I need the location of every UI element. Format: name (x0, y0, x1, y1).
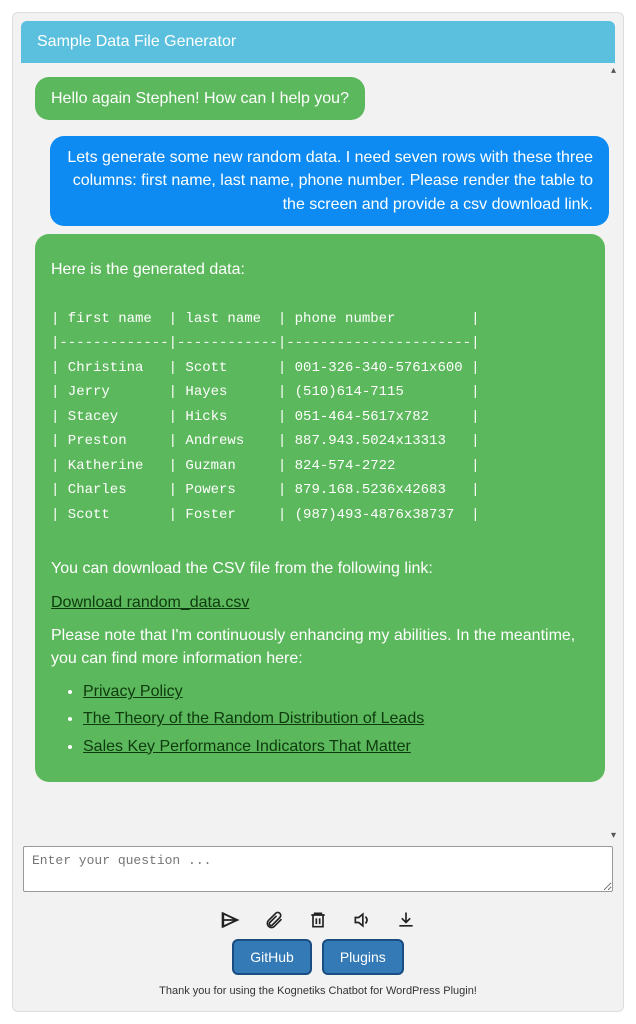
scroll-down-icon[interactable]: ▾ (611, 830, 621, 840)
input-row (13, 842, 623, 901)
list-item: Privacy Policy (83, 680, 589, 703)
user-text: Lets generate some new random data. I ne… (67, 149, 593, 212)
scroll-up-icon[interactable]: ▴ (611, 65, 621, 75)
list-item: Sales Key Performance Indicators That Ma… (83, 735, 589, 758)
bot-intro: Here is the generated data: (51, 258, 589, 281)
button-row: GitHub Plugins (13, 939, 623, 985)
question-input[interactable] (23, 846, 613, 892)
reference-links-list: Privacy Policy The Theory of the Random … (51, 680, 589, 758)
header-bar: Sample Data File Generator (21, 21, 615, 63)
download-prompt: You can download the CSV file from the f… (51, 557, 589, 580)
user-message: Lets generate some new random data. I ne… (50, 136, 609, 226)
footer-text: Thank you for using the Kognetiks Chatbo… (13, 985, 623, 1011)
bot-greeting-message: Hello again Stephen! How can I help you? (35, 77, 365, 120)
chat-scroll-area[interactable]: ▴ Hello again Stephen! How can I help yo… (13, 63, 623, 842)
download-icon[interactable] (395, 909, 417, 931)
bot-response-message: Here is the generated data: | first name… (35, 234, 605, 782)
kpi-link[interactable]: Sales Key Performance Indicators That Ma… (83, 738, 411, 755)
bot-note: Please note that I'm continuously enhanc… (51, 624, 589, 670)
github-button[interactable]: GitHub (232, 939, 312, 975)
header-title: Sample Data File Generator (37, 33, 236, 50)
greeting-text: Hello again Stephen! How can I help you? (51, 90, 349, 107)
chat-container: Sample Data File Generator ▴ Hello again… (12, 12, 624, 1012)
download-csv-link[interactable]: Download random_data.csv (51, 594, 249, 611)
data-table: | first name | last name | phone number … (51, 307, 589, 528)
plugins-button[interactable]: Plugins (322, 939, 404, 975)
theory-link[interactable]: The Theory of the Random Distribution of… (83, 710, 424, 727)
trash-icon[interactable] (307, 909, 329, 931)
send-icon[interactable] (219, 909, 241, 931)
privacy-policy-link[interactable]: Privacy Policy (83, 683, 183, 700)
speaker-icon[interactable] (351, 909, 373, 931)
list-item: The Theory of the Random Distribution of… (83, 707, 589, 730)
attachment-icon[interactable] (263, 909, 285, 931)
toolbar (13, 901, 623, 939)
